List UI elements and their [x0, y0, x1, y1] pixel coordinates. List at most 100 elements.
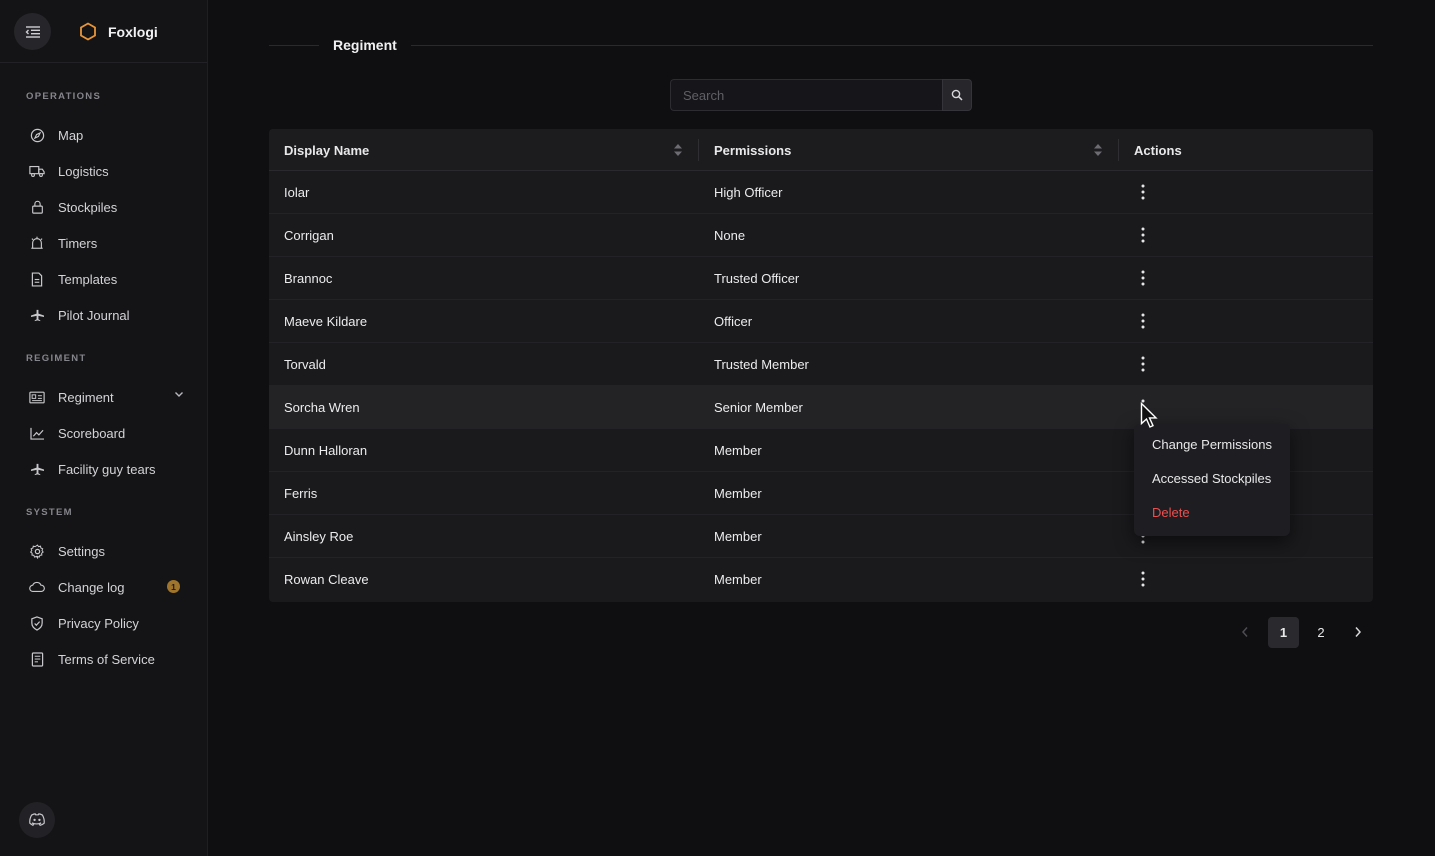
more-vertical-icon [1141, 356, 1145, 372]
row-actions-button[interactable] [1133, 310, 1153, 332]
sidebar-item-label: Change log [58, 579, 125, 595]
search-bar [670, 79, 972, 111]
more-vertical-icon [1141, 270, 1145, 286]
plane-icon [28, 460, 46, 478]
sidebar-item-label: Scoreboard [58, 425, 126, 441]
sidebar-item-label: Logistics [58, 163, 109, 179]
sidebar-item-map[interactable]: Map [28, 122, 188, 148]
sidebar-item-label: Terms of Service [58, 651, 155, 667]
sidebar-item-label: Stockpiles [58, 199, 118, 215]
table-row[interactable]: Rowan Cleave Member [269, 558, 1373, 601]
permission-cell: Member [714, 572, 762, 587]
menu-toggle-button[interactable] [14, 13, 51, 50]
row-actions-menu: Change Permissions Accessed Stockpiles D… [1134, 424, 1290, 536]
hexagon-logo-icon [80, 22, 96, 41]
sidebar-item-label: Pilot Journal [58, 307, 130, 323]
lock-icon [28, 198, 46, 216]
menu-item-delete[interactable]: Delete [1152, 505, 1190, 520]
more-vertical-icon [1141, 571, 1145, 587]
column-header-display-name[interactable]: Display Name [284, 129, 369, 171]
table-row[interactable]: Corrigan None [269, 214, 1373, 257]
sidebar-item-label: Regiment [58, 389, 114, 405]
truck-icon [28, 162, 46, 180]
page-header: Regiment [269, 36, 1373, 54]
sidebar-item-timers[interactable]: Timers [28, 230, 188, 256]
sidebar-item-logistics[interactable]: Logistics [28, 158, 188, 184]
sidebar-section-system: SYSTEM [26, 507, 73, 518]
display-name-cell: Torvald [284, 357, 326, 372]
table-row[interactable]: Torvald Trusted Member [269, 343, 1373, 386]
sidebar-item-label: Settings [58, 543, 105, 559]
more-vertical-icon [1141, 313, 1145, 329]
permission-cell: Member [714, 529, 762, 544]
sidebar-item-settings[interactable]: Settings [28, 538, 188, 564]
sidebar-item-scoreboard[interactable]: Scoreboard [28, 420, 188, 446]
display-name-cell: Ainsley Roe [284, 529, 354, 544]
chevron-down-icon [175, 392, 183, 397]
column-header-actions: Actions [1134, 142, 1182, 158]
sort-icon[interactable] [1093, 142, 1103, 158]
sidebar-section-regiment: REGIMENT [26, 353, 87, 364]
current-page-label: 1 [1268, 616, 1299, 648]
pagination-page-1[interactable]: 1 [1268, 616, 1299, 648]
table-row[interactable]: Maeve Kildare Officer [269, 300, 1373, 343]
change-log-badge: 1 [167, 580, 180, 593]
row-actions-button[interactable] [1133, 224, 1153, 246]
sidebar-item-label: Privacy Policy [58, 615, 139, 631]
row-actions-button[interactable] [1133, 353, 1153, 375]
discord-button[interactable] [19, 802, 55, 838]
sidebar-item-stockpiles[interactable]: Stockpiles [28, 194, 188, 220]
sidebar-header: Foxlogi [0, 0, 207, 63]
sidebar-item-regiment[interactable]: Regiment [28, 384, 188, 410]
table-header: Display Name Permissions Actions [269, 129, 1373, 171]
plane-icon [28, 306, 46, 324]
permission-cell: Trusted Officer [714, 271, 800, 286]
permission-cell: Member [714, 486, 762, 501]
row-actions-button[interactable] [1133, 267, 1153, 289]
id-card-icon [28, 388, 46, 406]
row-actions-button[interactable] [1133, 181, 1153, 203]
display-name-cell: Dunn Halloran [284, 443, 368, 458]
table-row[interactable]: Brannoc Trusted Officer [269, 257, 1373, 300]
shield-icon [28, 614, 46, 632]
discord-icon [29, 813, 45, 827]
column-header-permissions[interactable]: Permissions [714, 129, 791, 171]
sidebar-item-pilot-journal[interactable]: Pilot Journal [28, 302, 188, 328]
table-row[interactable]: Sorcha Wren Senior Member [269, 386, 1373, 429]
pagination-prev-button[interactable] [1236, 616, 1254, 648]
pagination-page-2[interactable]: 2 [1308, 616, 1334, 648]
menu-item-accessed-stockpiles[interactable]: Accessed Stockpiles [1152, 471, 1271, 486]
gear-icon [28, 542, 46, 560]
chevron-left-icon [1241, 627, 1248, 637]
sidebar-item-terms-of-service[interactable]: Terms of Service [28, 646, 188, 672]
sidebar-item-privacy-policy[interactable]: Privacy Policy [28, 610, 188, 636]
brand[interactable]: Foxlogi [79, 22, 158, 41]
compass-icon [28, 126, 46, 144]
pagination-next-button[interactable] [1349, 616, 1367, 648]
table-row[interactable]: Iolar High Officer [269, 171, 1373, 214]
sidebar-item-label: Timers [58, 235, 98, 251]
search-icon [951, 89, 963, 101]
display-name-cell: Ferris [284, 486, 318, 501]
sidebar-item-change-log[interactable]: Change log 1 [28, 574, 188, 600]
permission-cell: Senior Member [714, 400, 803, 415]
sidebar-item-templates[interactable]: Templates [28, 266, 188, 292]
cloud-icon [28, 578, 46, 596]
chevron-right-icon [1355, 627, 1362, 637]
menu-item-change-permissions[interactable]: Change Permissions [1152, 437, 1272, 452]
search-input[interactable] [670, 79, 942, 111]
sidebar-item-facility-guy-tears[interactable]: Facility guy tears [28, 456, 188, 482]
sort-icon[interactable] [673, 142, 683, 158]
permission-cell: High Officer [714, 185, 783, 200]
search-button[interactable] [942, 79, 972, 111]
mouse-cursor-icon [1140, 402, 1158, 428]
sidebar-section-operations: OPERATIONS [26, 91, 102, 102]
sidebar-item-label: Map [58, 127, 84, 143]
display-name-cell: Corrigan [284, 228, 334, 243]
more-vertical-icon [1141, 184, 1145, 200]
row-actions-button[interactable] [1133, 568, 1153, 590]
chart-icon [28, 424, 46, 442]
display-name-cell: Sorcha Wren [284, 400, 360, 415]
permission-cell: None [714, 228, 746, 243]
display-name-cell: Maeve Kildare [284, 314, 368, 329]
